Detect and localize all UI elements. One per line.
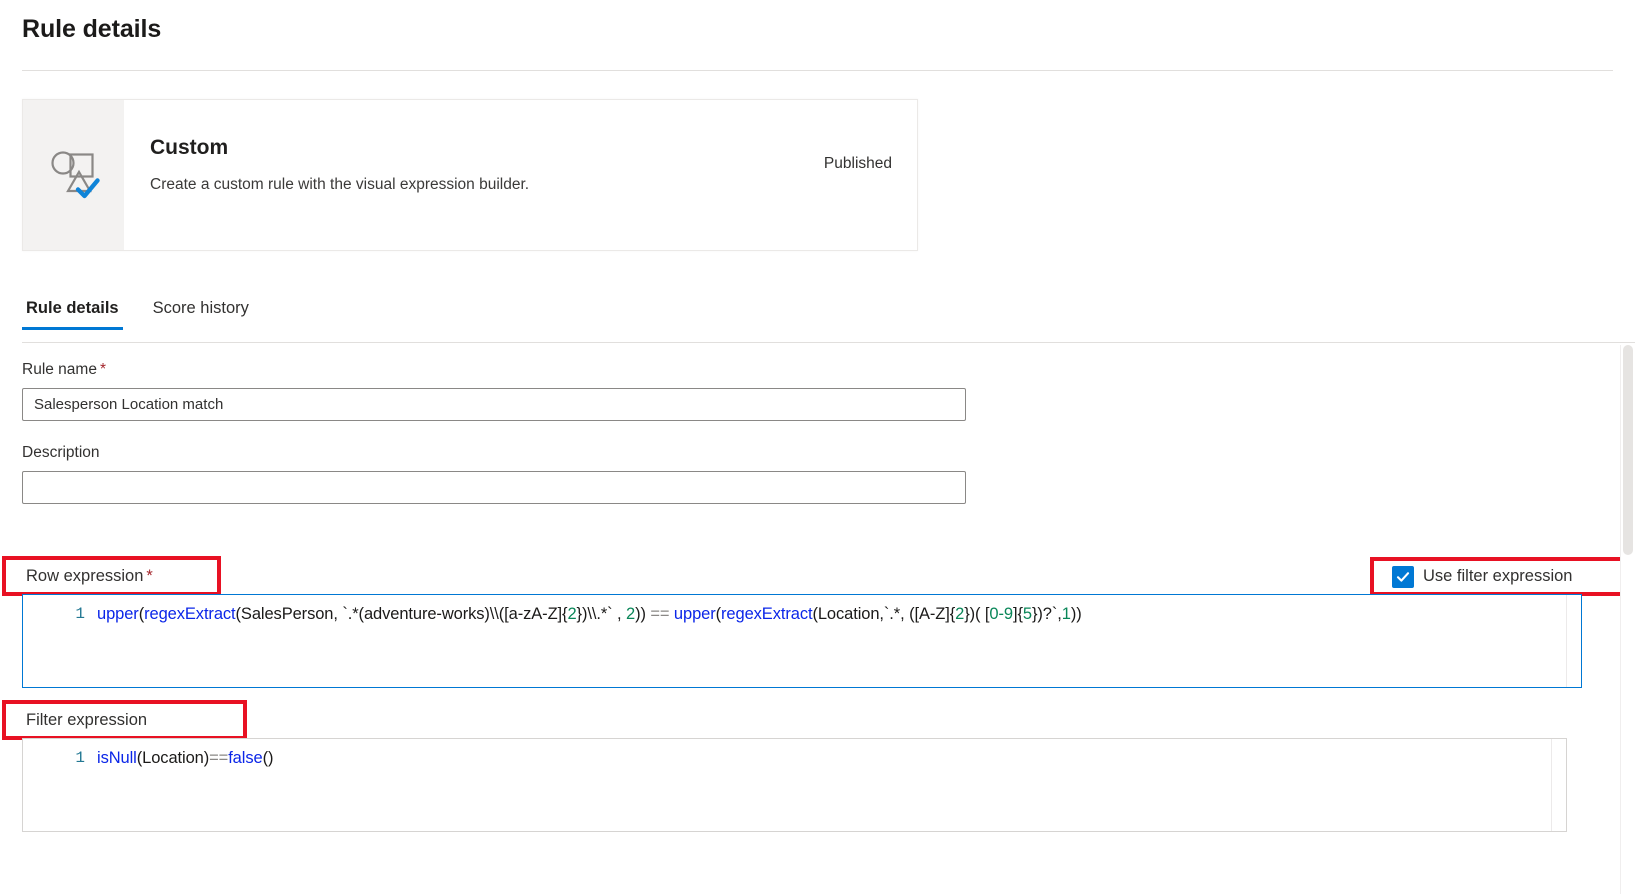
- rule-type-icon-pane: [23, 100, 124, 250]
- tab-rule-details[interactable]: Rule details: [22, 297, 123, 330]
- header-divider: [22, 70, 1613, 71]
- editor-scroll-column[interactable]: [1551, 739, 1566, 831]
- tab-bar-divider: [22, 342, 1635, 343]
- row-expression-editor[interactable]: 1 upper(regexExtract(SalesPerson, `.*(ad…: [22, 594, 1582, 688]
- row-expression-label-text: Row expression: [26, 567, 144, 585]
- page-header: Rule details: [0, 0, 1635, 44]
- required-asterisk: *: [99, 361, 107, 378]
- code-line: 1 isNull(Location)==false(): [23, 739, 1566, 773]
- editor-scroll-column[interactable]: [1566, 595, 1581, 687]
- rule-name-label-text: Rule name: [22, 361, 97, 378]
- row-expression-label-annotation: Row expression *: [2, 556, 221, 596]
- page-title: Rule details: [22, 15, 162, 43]
- filter-expression-code[interactable]: isNull(Location)==false(): [97, 743, 273, 773]
- tab-bar: Rule details Score history: [22, 297, 1635, 330]
- filter-expression-label: Filter expression: [26, 711, 148, 729]
- code-line: 1 upper(regexExtract(SalesPerson, `.*(ad…: [23, 595, 1581, 629]
- shapes-check-icon: [47, 146, 101, 205]
- rule-type-title: Custom: [150, 136, 229, 159]
- filter-expression-label-annotation: Filter expression: [2, 700, 247, 740]
- line-number: 1: [75, 749, 85, 767]
- description-label: Description: [22, 444, 100, 461]
- rule-type-card-body: Custom Create a custom rule with the vis…: [124, 100, 917, 250]
- rule-type-card[interactable]: Custom Create a custom rule with the vis…: [22, 99, 918, 251]
- checkbox-checked-icon[interactable]: [1392, 565, 1414, 588]
- rule-details-form: Rule name* Description: [22, 360, 1635, 504]
- page-scrollbar-thumb[interactable]: [1623, 345, 1633, 555]
- tab-score-history[interactable]: Score history: [149, 297, 253, 330]
- use-filter-expression-checkbox-row[interactable]: Use filter expression: [1392, 565, 1573, 588]
- rule-name-input[interactable]: [22, 388, 966, 421]
- status-badge: Published: [823, 155, 892, 172]
- use-filter-expression-annotation: Use filter expression: [1370, 557, 1635, 596]
- line-number: 1: [75, 605, 85, 623]
- use-filter-expression-label: Use filter expression: [1423, 567, 1573, 585]
- description-field-group: Description: [22, 443, 1635, 504]
- row-expression-code[interactable]: upper(regexExtract(SalesPerson, `.*(adve…: [97, 599, 1082, 629]
- required-asterisk: *: [146, 567, 153, 585]
- rule-name-field-group: Rule name *: [22, 360, 1635, 421]
- page-scrollbar[interactable]: [1620, 345, 1635, 894]
- filter-expression-editor[interactable]: 1 isNull(Location)==false(): [22, 738, 1567, 832]
- rule-type-description: Create a custom rule with the visual exp…: [150, 176, 530, 193]
- rule-name-label: Rule name *: [22, 360, 1635, 380]
- description-input[interactable]: [22, 471, 966, 504]
- row-expression-label: Row expression *: [6, 565, 153, 587]
